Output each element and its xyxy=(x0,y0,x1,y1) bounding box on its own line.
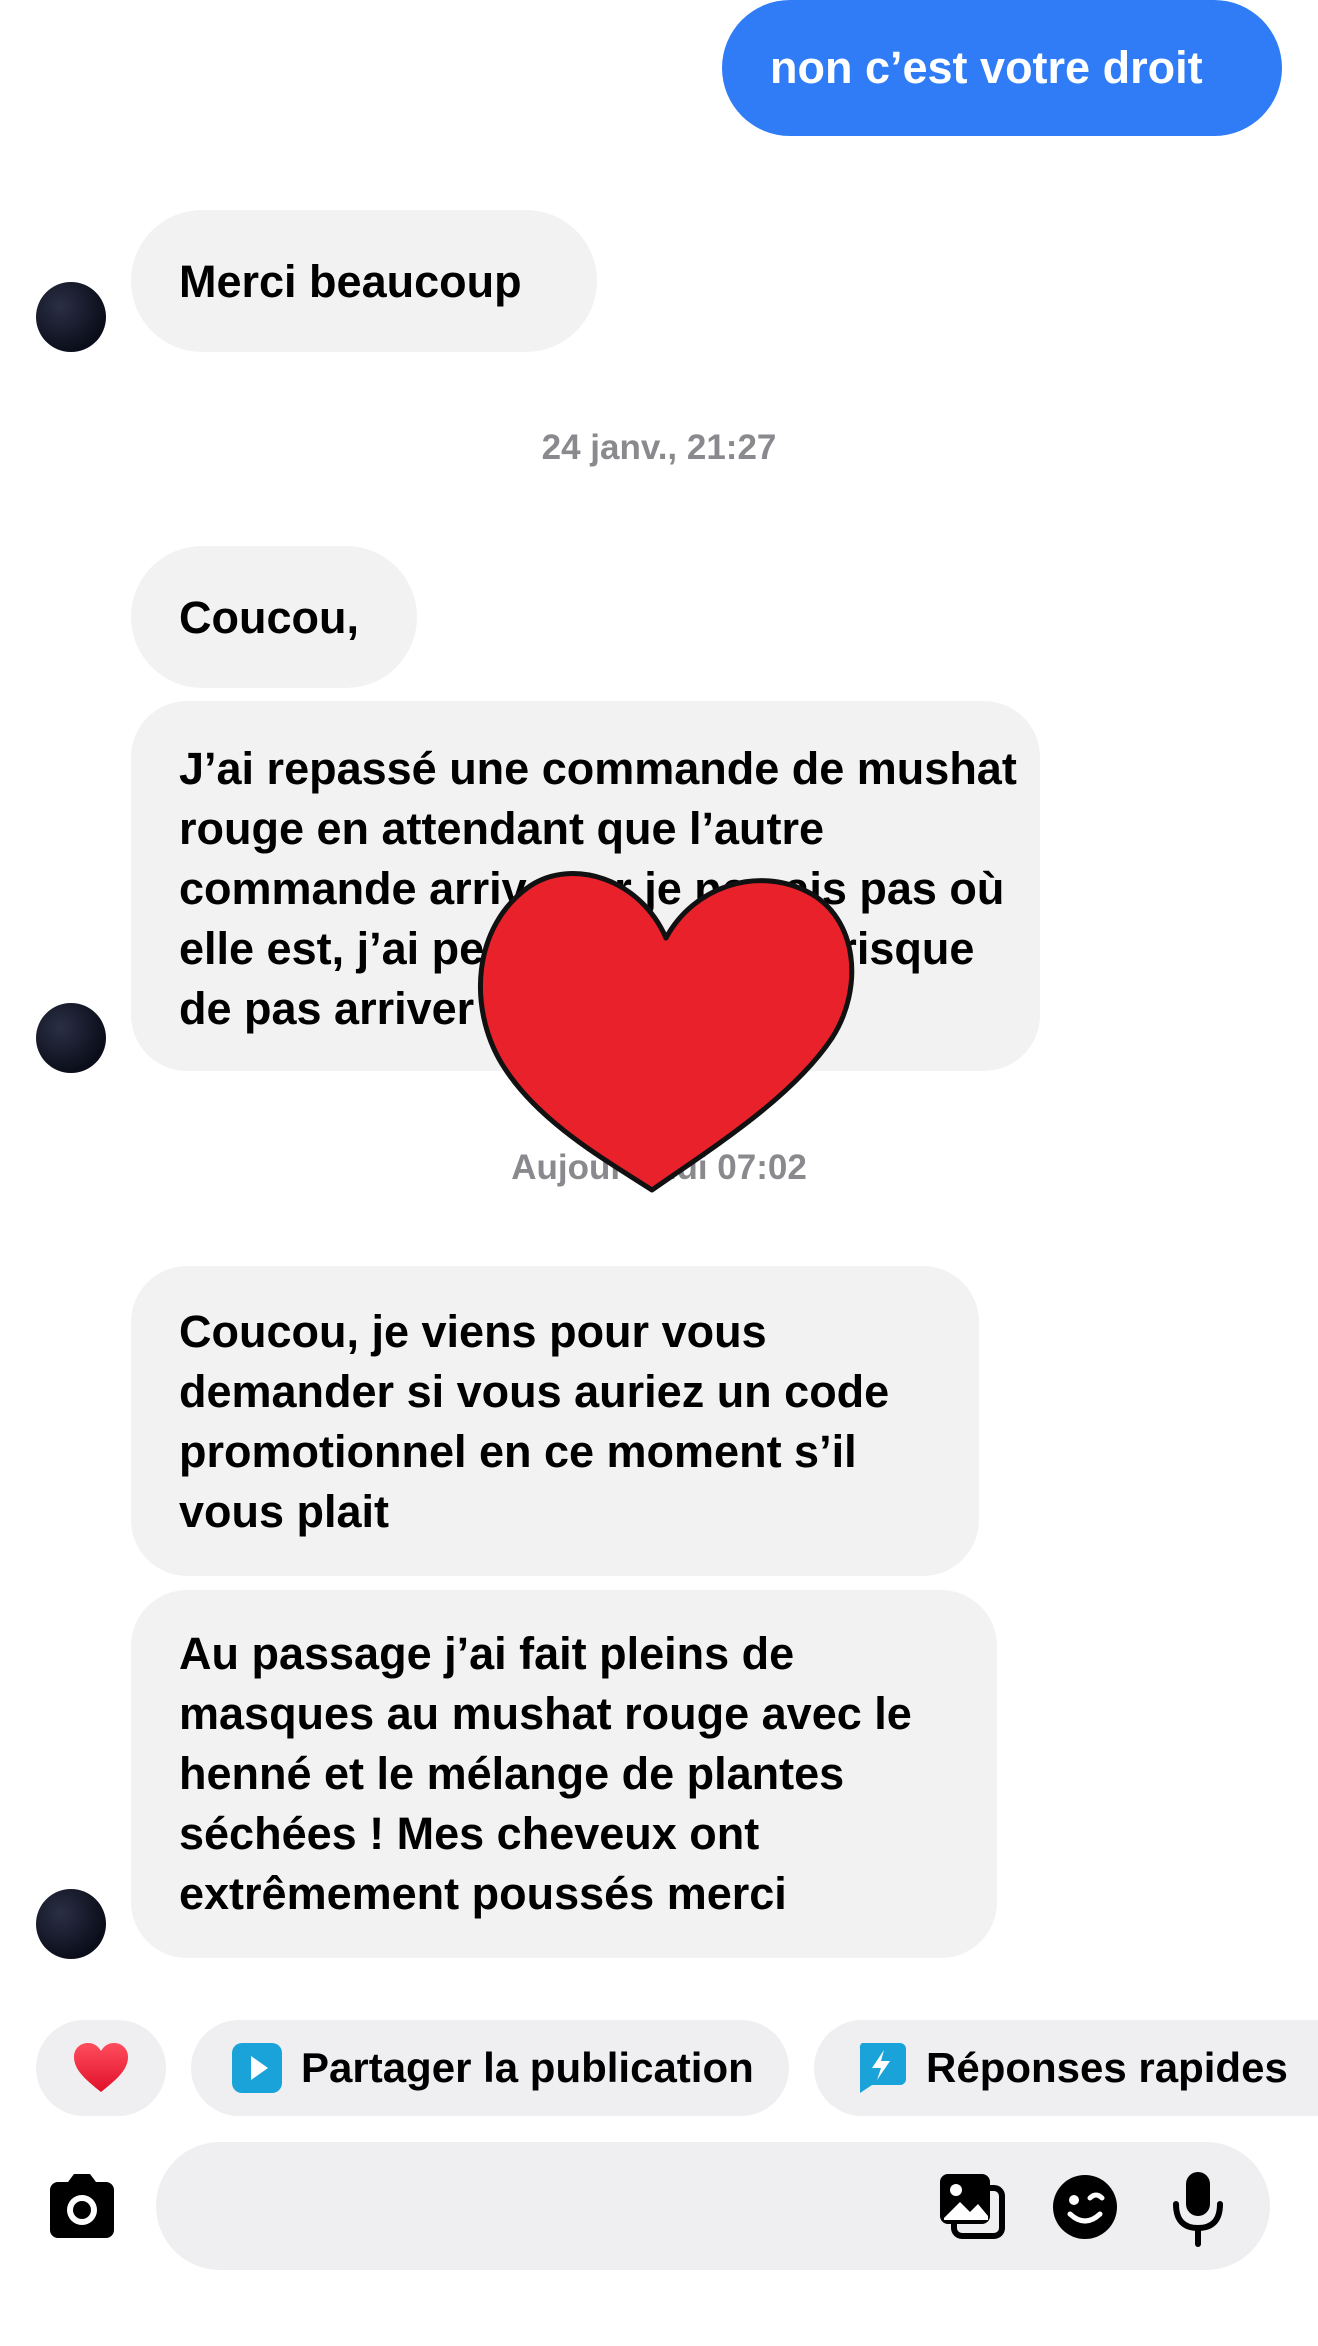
incoming-message[interactable]: Coucou, je viens pour vous demander si v… xyxy=(131,1266,979,1576)
play-icon xyxy=(232,2043,282,2093)
contact-avatar[interactable] xyxy=(36,282,106,352)
share-post-button[interactable]: Partager la publication xyxy=(191,2020,789,2116)
gallery-icon xyxy=(940,2174,1005,2239)
quick-replies-button[interactable]: Réponses rapides xyxy=(814,2020,1318,2116)
outgoing-message[interactable]: non c’est votre droit xyxy=(722,0,1282,136)
share-post-label: Partager la publication xyxy=(301,2044,754,2091)
gallery-button[interactable] xyxy=(936,2170,1006,2242)
quick-replies-label: Réponses rapides xyxy=(926,2044,1288,2091)
lightning-icon xyxy=(859,2043,906,2093)
like-heart-button[interactable] xyxy=(36,2020,166,2116)
camera-icon xyxy=(50,2174,114,2238)
contact-avatar[interactable] xyxy=(36,1889,106,1959)
voice-message-button[interactable] xyxy=(1168,2168,1228,2248)
camera-button[interactable] xyxy=(44,2170,120,2242)
incoming-message[interactable]: Coucou, xyxy=(131,546,417,688)
incoming-message[interactable]: Merci beaucoup xyxy=(131,210,597,352)
heart-sticker-overlay xyxy=(477,871,855,1193)
heart-icon xyxy=(74,2043,128,2092)
sticker-button[interactable] xyxy=(1050,2172,1120,2242)
microphone-icon xyxy=(1173,2172,1223,2247)
contact-avatar[interactable] xyxy=(36,1003,106,1073)
incoming-message[interactable]: Au passage j’ai fait pleins de masques a… xyxy=(131,1590,997,1958)
timestamp: 24 janv., 21:27 xyxy=(541,428,777,467)
sticker-icon xyxy=(1053,2175,1117,2239)
